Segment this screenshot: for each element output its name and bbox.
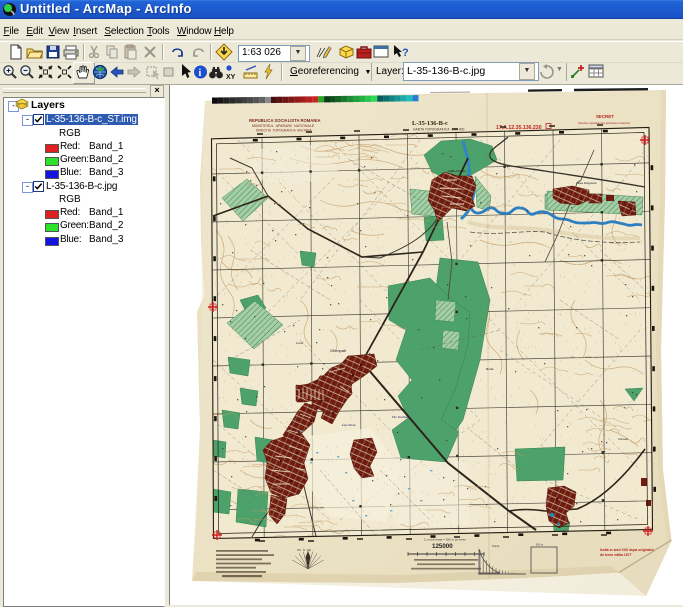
svg-text:1 cm pe harta = 250 m pe teren: 1 cm pe harta = 250 m pe teren: [424, 538, 466, 542]
svg-text:?: ?: [402, 47, 409, 59]
svg-text:Lunca: Lunca: [296, 341, 304, 345]
svg-text:de teren editia 1977: de teren editia 1977: [600, 553, 632, 557]
svg-text:XY: XY: [226, 74, 236, 81]
svg-text:Interzise orginalele fara apro: Interzise orginalele fara aprobarea mini…: [578, 121, 630, 125]
svg-text:Valea Plopilor: Valea Plopilor: [448, 169, 466, 173]
svg-text:Lacu Stiuca: Lacu Stiuca: [342, 423, 356, 427]
svg-text:Panta: Panta: [492, 544, 500, 548]
svg-text:500 m: 500 m: [536, 543, 543, 547]
svg-text:Iesita in anul XXX dupa origin: Iesita in anul XXX dupa originalul: [600, 548, 654, 552]
svg-text:NV N NE: NV N NE: [297, 548, 311, 552]
svg-text:Cismele: Cismele: [618, 437, 629, 441]
svg-text:Valea Dragulesti: Valea Dragulesti: [576, 181, 597, 185]
svg-text:125000: 125000: [432, 543, 453, 550]
svg-text:MINISTERUL APARARII NATIONAL: MINISTERUL APARARII NATIONALE: [252, 124, 315, 128]
svg-text:L-35-136-B-c: L-35-136-B-c: [412, 120, 448, 127]
svg-text:Piru Smirdanu: Piru Smirdanu: [392, 415, 410, 419]
svg-text:Ghimpati: Ghimpati: [330, 348, 346, 353]
svg-text:Movila: Movila: [486, 367, 494, 371]
svg-text:REPUBLICA SOCIALISTA ROMANIA: REPUBLICA SOCIALISTA ROMANIA: [249, 118, 321, 123]
svg-text:SECRET: SECRET: [596, 114, 614, 119]
svg-text:DIRECTIA TOPOGRAFICA MILITAR: DIRECTIA TOPOGRAFICA MILITARA: [256, 129, 313, 133]
svg-text:i: i: [199, 68, 202, 79]
